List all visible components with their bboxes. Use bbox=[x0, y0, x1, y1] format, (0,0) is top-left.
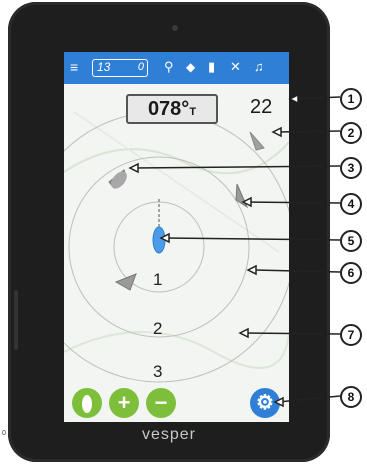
callout-7: 7 bbox=[340, 324, 362, 346]
own-vessel-icon[interactable] bbox=[152, 226, 166, 254]
speed-readout: 22 bbox=[250, 96, 273, 118]
range-field[interactable]: 13 0 bbox=[92, 59, 148, 77]
ais-target-6-icon[interactable] bbox=[114, 273, 137, 291]
anchor-watch-button[interactable] bbox=[72, 388, 102, 418]
gear-icon: ⚙ bbox=[256, 392, 274, 414]
range-unit: 0 bbox=[137, 61, 144, 73]
page-number: 0 bbox=[2, 430, 6, 437]
callout-2: 2 bbox=[340, 122, 362, 144]
ais-target-2-icon[interactable] bbox=[249, 131, 265, 151]
device-frame: ≡ 13 0 ⚲ ◆ ▮ ✕ ♫ 078°T 22 1 2 3 + − ⚙ ve… bbox=[8, 2, 330, 462]
zoom-out-button[interactable]: − bbox=[146, 388, 176, 418]
settings-button[interactable]: ⚙ bbox=[250, 388, 280, 418]
boat-icon bbox=[82, 395, 92, 413]
callout-6: 6 bbox=[340, 262, 362, 284]
ring-label-1: 1 bbox=[153, 270, 163, 289]
bell-icon[interactable]: ♫ bbox=[254, 58, 264, 76]
satellite-off-icon: ✕ bbox=[230, 59, 241, 74]
heading-readout[interactable]: 078°T bbox=[126, 94, 218, 124]
ring-label-2: 2 bbox=[153, 319, 163, 338]
range-value: 13 bbox=[97, 60, 111, 74]
brand-logo: vesper bbox=[141, 426, 197, 443]
camera-icon bbox=[172, 25, 178, 31]
zoom-in-button[interactable]: + bbox=[109, 388, 139, 418]
wifi-icon: ◆ bbox=[186, 60, 196, 74]
gps-antenna-icon: ⚲ bbox=[164, 59, 174, 74]
callout-1: 1 bbox=[340, 88, 362, 110]
menu-icon[interactable]: ≡ bbox=[70, 58, 78, 76]
side-button[interactable] bbox=[14, 290, 18, 350]
heading-value: 078° bbox=[147, 98, 190, 120]
ring-label-3: 3 bbox=[153, 362, 163, 381]
callout-3: 3 bbox=[340, 157, 362, 179]
screen: ≡ 13 0 ⚲ ◆ ▮ ✕ ♫ 078°T 22 1 2 3 + − ⚙ bbox=[64, 52, 289, 422]
callout-4: 4 bbox=[340, 193, 362, 215]
callout-5: 5 bbox=[340, 230, 362, 252]
heading-unit: T bbox=[189, 106, 197, 118]
status-bar: ≡ 13 0 ⚲ ◆ ▮ ✕ ♫ bbox=[64, 52, 289, 84]
callout-8: 8 bbox=[340, 386, 362, 408]
battery-icon: ▮ bbox=[208, 59, 216, 74]
